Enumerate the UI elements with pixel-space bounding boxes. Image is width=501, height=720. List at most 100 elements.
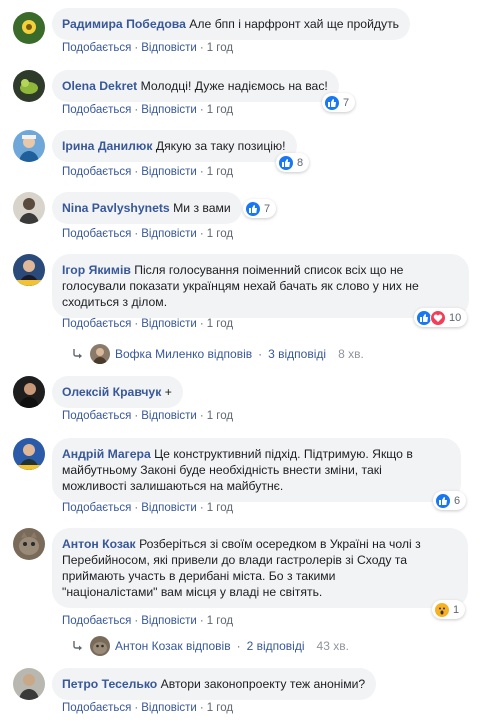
comment-author[interactable]: Nina Pavlyshynets xyxy=(62,201,170,215)
comment-time[interactable]: 1 год xyxy=(207,702,233,714)
reaction-count[interactable]: 6 xyxy=(433,491,467,510)
like-reaction-icon xyxy=(324,94,340,111)
comment-actions: Подобається · Відповісти · 1 год xyxy=(62,166,233,178)
comment-author[interactable]: Андрій Магера xyxy=(62,447,151,461)
comment-actions: Подобається · Відповісти · 1 год xyxy=(62,104,233,116)
avatar[interactable] xyxy=(13,376,45,408)
avatar[interactable] xyxy=(13,438,45,470)
reply-arrow-icon xyxy=(73,349,82,359)
replies-count[interactable]: 2 відповіді xyxy=(247,639,305,653)
like-reaction-icon xyxy=(245,200,261,217)
separator: · xyxy=(134,502,139,514)
comment-actions: Подобається · Відповісти · 1 год xyxy=(62,410,233,422)
avatar[interactable] xyxy=(13,12,45,44)
avatar[interactable] xyxy=(13,528,45,560)
comment-text: сходиться з ділом. xyxy=(62,295,168,309)
comment-time[interactable]: 1 год xyxy=(207,410,233,422)
comment-text: Перебийносом, які привели до влади гастр… xyxy=(62,553,408,567)
reply-link[interactable]: Відповісти xyxy=(141,42,197,54)
like-link[interactable]: Подобається xyxy=(62,228,131,240)
love-reaction-icon xyxy=(430,309,446,326)
comment-time[interactable]: 1 год xyxy=(207,104,233,116)
separator: · xyxy=(199,502,204,514)
reply-link[interactable]: Відповісти xyxy=(141,228,197,240)
comment-actions: Подобається · Відповісти · 1 год xyxy=(62,615,233,627)
like-link[interactable]: Подобається xyxy=(62,410,131,422)
view-replies-link[interactable]: Антон Козак відповів · 2 відповіді 43 хв… xyxy=(72,636,349,656)
like-link[interactable]: Подобається xyxy=(62,166,131,178)
like-reaction-icon xyxy=(435,492,451,509)
comment-author[interactable]: Олексій Кравчук xyxy=(62,385,161,399)
reaction-count[interactable]: 7 xyxy=(322,93,356,112)
comment-bubble: Радимира Победова Але бпп і нарфронт хай… xyxy=(52,8,411,40)
reaction-count[interactable]: 7 xyxy=(243,199,277,218)
reply-link[interactable]: Відповісти xyxy=(141,104,197,116)
comment-author[interactable]: Петро Теселько xyxy=(62,677,157,691)
comment-bubble: Ірина Данилюк Дякую за таку позицію! xyxy=(52,130,297,162)
comment-author[interactable]: Радимира Победова xyxy=(62,17,186,31)
replier-avatar xyxy=(90,344,110,364)
separator: · xyxy=(199,615,204,627)
avatar[interactable] xyxy=(13,254,45,286)
comment-time[interactable]: 1 год xyxy=(207,42,233,54)
replier-name[interactable]: Антон Козак xyxy=(115,639,183,653)
replies-time: 43 хв. xyxy=(316,639,349,653)
reply-link[interactable]: Відповісти xyxy=(141,615,197,627)
separator: · xyxy=(199,410,204,422)
reply-link[interactable]: Відповісти xyxy=(141,702,197,714)
comment-time[interactable]: 1 год xyxy=(207,502,233,514)
comment-time[interactable]: 1 год xyxy=(207,166,233,178)
comment-time[interactable]: 1 год xyxy=(207,615,233,627)
comment-author[interactable]: Антон Козак xyxy=(62,537,136,551)
reply-link[interactable]: Відповісти xyxy=(141,502,197,514)
reply-link[interactable]: Відповісти xyxy=(141,410,197,422)
comment-author[interactable]: Ірина Данилюк xyxy=(62,139,152,153)
like-link[interactable]: Подобається xyxy=(62,104,131,116)
reaction-count-value: 6 xyxy=(454,494,461,507)
comment-text: Автори законопроекту теж аноніми? xyxy=(160,677,366,691)
view-replies-link[interactable]: Вофка Миленко відповів · 3 відповіді 8 х… xyxy=(72,344,364,364)
like-link[interactable]: Подобається xyxy=(62,318,131,330)
reaction-count[interactable]: 10 xyxy=(414,308,468,327)
replier-avatar xyxy=(90,636,110,656)
avatar[interactable] xyxy=(13,130,45,162)
reaction-count-value: 10 xyxy=(449,311,462,324)
comment-actions: Подобається · Відповісти · 1 год xyxy=(62,228,233,240)
comment-time[interactable]: 1 год xyxy=(207,318,233,330)
comment-author[interactable]: Olena Dekret xyxy=(62,79,137,93)
comment-text: + xyxy=(164,385,172,399)
avatar[interactable] xyxy=(13,192,45,224)
replies-action: відповів xyxy=(207,347,253,361)
replies-count[interactable]: 3 відповіді xyxy=(268,347,326,361)
avatar[interactable] xyxy=(13,70,45,102)
comment-text: Після голосування поіменний список всіх … xyxy=(134,263,404,277)
comment-time[interactable]: 1 год xyxy=(207,228,233,240)
comment-actions: Подобається · Відповісти · 1 год xyxy=(62,318,233,330)
comment-text: Молодці! Дуже надіємось на вас! xyxy=(140,79,328,93)
replies-time: 8 хв. xyxy=(338,347,364,361)
like-link[interactable]: Подобається xyxy=(62,42,131,54)
comment-bubble: Ігор Якимів Після голосування поіменний … xyxy=(52,254,469,318)
like-link[interactable]: Подобається xyxy=(62,502,131,514)
separator: · xyxy=(236,639,241,653)
separator: · xyxy=(199,318,204,330)
separator: · xyxy=(199,104,204,116)
reaction-count[interactable]: 8 xyxy=(276,153,310,172)
reaction-count-value: 7 xyxy=(264,202,271,215)
comment-bubble: Олексій Кравчук + xyxy=(52,376,183,408)
separator: · xyxy=(134,104,139,116)
replier-name[interactable]: Вофка Миленко xyxy=(115,347,204,361)
comment-text: Це конструктивний підхід. Підтримую. Якщ… xyxy=(154,447,413,461)
comment-author[interactable]: Ігор Якимів xyxy=(62,263,131,277)
comment-actions: Подобається · Відповісти · 1 год xyxy=(62,702,233,714)
reaction-count[interactable]: 1 xyxy=(432,600,466,619)
comment-actions: Подобається · Відповісти · 1 год xyxy=(62,502,233,514)
reply-link[interactable]: Відповісти xyxy=(141,166,197,178)
like-link[interactable]: Подобається xyxy=(62,615,131,627)
comment-text: можливості залишаються на майбутнє. xyxy=(62,479,284,493)
like-reaction-icon xyxy=(278,154,294,171)
reply-link[interactable]: Відповісти xyxy=(141,318,197,330)
avatar[interactable] xyxy=(13,668,45,700)
like-link[interactable]: Подобається xyxy=(62,702,131,714)
reply-arrow-icon xyxy=(73,641,82,651)
